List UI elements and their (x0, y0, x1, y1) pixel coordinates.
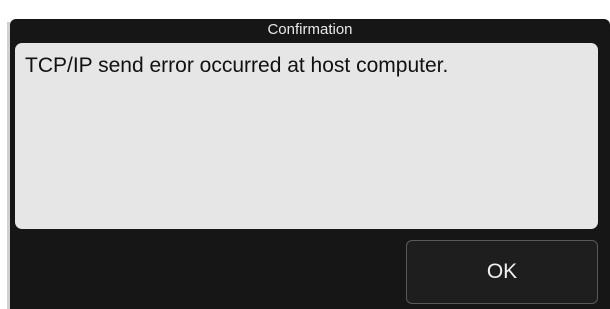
message-panel: TCP/IP send error occurred at host compu… (15, 43, 598, 229)
ok-button[interactable]: OK (406, 240, 598, 304)
confirmation-dialog: Confirmation TCP/IP send error occurred … (10, 19, 610, 309)
dialog-title: Confirmation (267, 21, 353, 38)
message-text: TCP/IP send error occurred at host compu… (25, 54, 449, 77)
